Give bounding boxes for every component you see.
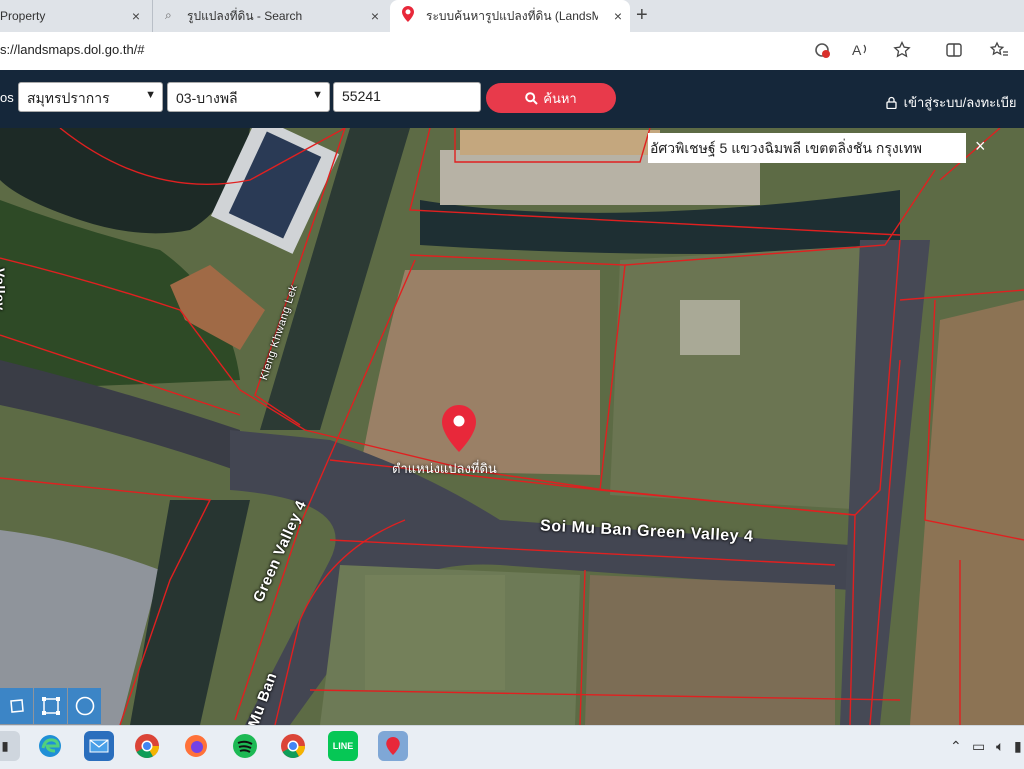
- chevron-down-icon: ▼: [312, 89, 323, 101]
- tab-title: ระบบค้นหารูปแปลงที่ดิน (LandsMaps: [426, 8, 598, 23]
- search-button[interactable]: ค้นหา: [486, 83, 616, 113]
- map-imagery: [0, 128, 1024, 725]
- rectangle-icon: [41, 697, 60, 715]
- close-tab-icon[interactable]: ×: [614, 8, 622, 24]
- spotify-icon[interactable]: [230, 731, 260, 761]
- search-icon: [525, 91, 538, 105]
- firefox-icon[interactable]: [181, 731, 211, 761]
- svg-text:A: A: [852, 42, 862, 58]
- circle-icon: [75, 696, 94, 716]
- landsmaps-app-icon[interactable]: [378, 731, 408, 761]
- district-select[interactable]: 03-บางพลี ▼: [167, 82, 330, 112]
- close-tab-icon[interactable]: ×: [132, 8, 140, 24]
- network-icon[interactable]: ▭: [972, 738, 985, 755]
- parcel-number-input[interactable]: 55241: [333, 82, 481, 112]
- split-screen-icon[interactable]: [945, 41, 963, 64]
- lock-icon: [886, 96, 897, 110]
- search-button-label: ค้นหา: [543, 90, 577, 106]
- favorites-collection-icon[interactable]: [989, 41, 1009, 64]
- login-label: เข้าสู่ระบบ/ลงทะเบีย: [903, 95, 1017, 110]
- draw-toolbar: [0, 688, 102, 724]
- draw-rectangle-tool[interactable]: [34, 688, 67, 724]
- address-popup: อัศวพิเชษฐ์ 5 แขวงฉิมพลี เขตตลิ่งชัน กรุ…: [648, 133, 966, 163]
- location-pin-icon: [402, 6, 414, 22]
- province-select[interactable]: สมุทรปราการ ▼: [18, 82, 163, 112]
- province-value: สมุทรปราการ: [27, 90, 110, 106]
- polygon-icon: [9, 699, 24, 713]
- new-tab-button[interactable]: +: [636, 4, 648, 26]
- close-popup-icon[interactable]: ×: [975, 136, 986, 157]
- parcel-number-value: 55241: [342, 88, 381, 104]
- tracking-prevention-icon[interactable]: [813, 41, 831, 64]
- pin-label: ตำแหน่งแปลงที่ดิน: [392, 461, 497, 476]
- tab-title: รูปแปลงที่ดิน - Search: [187, 8, 303, 23]
- close-tab-icon[interactable]: ×: [371, 8, 379, 24]
- line-app-icon[interactable]: LINE: [328, 731, 358, 761]
- tab-search[interactable]: ⌕ รูปแปลงที่ดิน - Search ×: [152, 0, 387, 32]
- search-icon: ⌕: [165, 8, 172, 22]
- draw-polygon-tool[interactable]: [0, 688, 33, 724]
- tab-landsmaps[interactable]: ระบบค้นหารูปแปลงที่ดิน (LandsMaps ×: [390, 0, 630, 32]
- windows-taskbar: ▮ LINE ⌃ ▭ 🔈︎ ▮: [0, 725, 1024, 769]
- mail-icon[interactable]: [84, 731, 114, 761]
- file-explorer-icon[interactable]: ▮: [0, 731, 20, 761]
- draw-circle-tool[interactable]: [68, 688, 101, 724]
- speaker-icon[interactable]: 🔈︎: [996, 738, 1004, 755]
- district-value: 03-บางพลี: [176, 90, 238, 106]
- battery-icon[interactable]: ▮: [1014, 738, 1022, 755]
- tab-title: Property: [0, 9, 46, 23]
- login-link[interactable]: เข้าสู่ระบบ/ลงทะเบีย: [886, 92, 1016, 113]
- read-aloud-icon[interactable]: A: [852, 41, 872, 64]
- favorite-star-icon[interactable]: [893, 40, 911, 64]
- chrome-icon[interactable]: [132, 731, 162, 761]
- road-label-valley: Valley: [0, 268, 8, 311]
- chevron-down-icon: ▼: [145, 89, 156, 101]
- chrome-icon[interactable]: [278, 731, 308, 761]
- chevron-up-icon[interactable]: ⌃: [950, 738, 962, 755]
- url-field[interactable]: s://landsmaps.dol.go.th/#: [0, 42, 145, 57]
- browser-tab-strip: Property × ⌕ รูปแปลงที่ดิน - Search × ระ…: [0, 0, 1024, 32]
- edge-icon[interactable]: [35, 731, 65, 761]
- header-lead-text: os: [0, 90, 14, 105]
- satellite-map[interactable]: Soi Mu Ban Green Valley 4 Green Valley 4…: [0, 128, 1024, 725]
- address-bar: s://landsmaps.dol.go.th/# A: [0, 32, 1024, 71]
- tab-property[interactable]: Property ×: [0, 0, 148, 32]
